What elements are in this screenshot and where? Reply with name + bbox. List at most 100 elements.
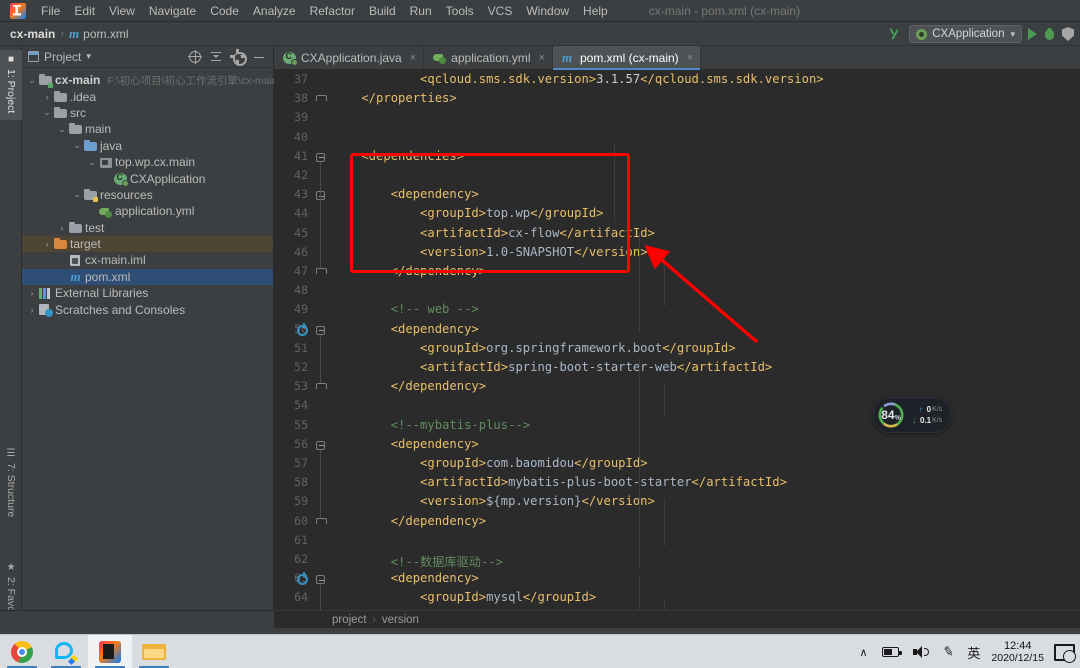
tree-node[interactable]: ›application.yml [22, 203, 273, 219]
scroll-from-source-icon[interactable] [188, 49, 202, 64]
close-icon[interactable]: × [687, 52, 693, 64]
clock[interactable]: 12:44 2020/12/15 [991, 640, 1044, 664]
coverage-button[interactable] [1062, 27, 1074, 41]
chevron-down-icon[interactable]: ⌄ [71, 189, 83, 200]
chevron-down-icon[interactable]: ⌄ [71, 140, 83, 151]
gear-icon[interactable] [230, 50, 247, 66]
performance-widget[interactable]: 84% ↑ 0 K/s ↓ 0.1 K/s [873, 397, 952, 433]
breadcrumb-project[interactable]: cx-main [10, 27, 55, 41]
windows-taskbar: ∧ ✎ 英 12:44 2020/12/15 1 [0, 634, 1080, 668]
tree-node[interactable]: › External Libraries [22, 285, 273, 301]
collapse-all-icon[interactable] [210, 51, 222, 63]
pen-icon[interactable]: ✎ [941, 643, 954, 661]
tree-node[interactable]: › target [22, 235, 273, 253]
tree-node[interactable]: › .idea [22, 88, 273, 104]
fold-collapse-icon[interactable] [316, 152, 327, 164]
taskbar-app-file-explorer[interactable] [132, 635, 176, 668]
code-line: <groupId>mysql</groupId> [332, 590, 596, 604]
chevron-down-icon[interactable]: ⌄ [56, 124, 68, 135]
tree-node[interactable]: › test [22, 220, 273, 236]
code-line: <version>${mp.version}</version> [332, 494, 655, 508]
taskbar-app-intellij-idea[interactable] [88, 634, 132, 668]
code-token-tag: </groupId> [662, 340, 736, 355]
code-token-tag: </properties> [332, 91, 457, 106]
chevron-down-icon[interactable]: ⌄ [86, 157, 98, 168]
tool-tab-1-project[interactable]: ■ 1: Project [0, 50, 22, 120]
chevron-down-icon[interactable]: ⌄ [41, 107, 53, 118]
chevron-right-icon[interactable]: › [56, 223, 68, 233]
run-configuration-selector[interactable]: CXApplication ▾ [909, 25, 1022, 43]
debug-button[interactable] [1043, 27, 1056, 41]
tool-tab-icon: ☰ [5, 448, 17, 459]
fold-collapse-icon[interactable] [316, 575, 327, 586]
menu-item-code[interactable]: Code [203, 1, 246, 21]
code-token-tag: </dependency> [332, 264, 487, 278]
fold-collapse-icon[interactable] [316, 325, 327, 337]
build-arrow-icon[interactable] [887, 26, 903, 42]
menu-item-vcs[interactable]: VCS [481, 1, 520, 21]
menu-item-view[interactable]: View [102, 1, 142, 21]
tree-node[interactable]: ›CXApplication [22, 170, 273, 188]
fold-end-icon[interactable] [316, 95, 327, 106]
chevron-right-icon[interactable]: › [41, 92, 53, 102]
tree-node[interactable]: ⌄ src [22, 105, 273, 121]
tree-node[interactable]: ⌄ resources [22, 187, 273, 203]
hide-panel-icon[interactable] [253, 51, 265, 63]
editor-tab[interactable]: application.yml × [424, 46, 553, 69]
menu-item-help[interactable]: Help [576, 1, 615, 21]
menu-item-run[interactable]: Run [403, 1, 439, 21]
fold-end-icon[interactable] [316, 268, 327, 279]
code-token-tag: </artifactId> [676, 360, 773, 374]
tree-node[interactable]: ⌄ top.wp.cx.main [22, 154, 273, 170]
tree-node[interactable]: ›cx-main.iml [22, 252, 273, 268]
tree-node[interactable]: ⌄ cx-main F:\初心项目\初心工作流引擎\cx-main [22, 72, 278, 88]
code-token-tag: </groupId> [530, 206, 604, 221]
menu-item-navigate[interactable]: Navigate [142, 1, 203, 21]
speaker-icon[interactable] [912, 645, 929, 659]
menu-item-tools[interactable]: Tools [439, 1, 481, 21]
project-view-chevron-down-icon[interactable]: ▾ [86, 51, 91, 62]
menu-item-refactor[interactable]: Refactor [303, 1, 362, 21]
editor-tab[interactable]: CXApplication.java × [274, 46, 425, 69]
xml-breadcrumb-version[interactable]: version [382, 614, 419, 626]
editor-tab[interactable]: m pom.xml (cx-main) × [552, 46, 702, 70]
line-number: 56 [294, 436, 308, 451]
menu-item-edit[interactable]: Edit [67, 1, 102, 21]
fold-end-icon[interactable] [316, 383, 327, 394]
chevron-right-icon[interactable]: › [26, 288, 38, 298]
code-line: </dependency> [332, 514, 486, 528]
tool-tab-7-structure[interactable]: ☰ 7: Structure [0, 444, 22, 528]
ime-language-icon[interactable]: 英 [967, 643, 980, 662]
taskbar-app-chrome[interactable] [0, 635, 44, 668]
menu-item-file[interactable]: File [34, 1, 67, 21]
fold-collapse-icon[interactable] [316, 440, 327, 452]
close-icon[interactable]: × [539, 52, 545, 64]
close-icon[interactable]: × [410, 52, 416, 64]
chevron-down-icon[interactable]: ⌄ [26, 75, 38, 86]
taskbar-app-qq[interactable] [44, 635, 88, 668]
tree-node[interactable]: ⌄ java [22, 138, 273, 154]
menu-item-build[interactable]: Build [362, 1, 403, 21]
menu-item-window[interactable]: Window [519, 1, 576, 21]
tree-node[interactable]: › Scratches and Consoles [22, 301, 273, 318]
notification-center-icon[interactable]: 1 [1054, 642, 1076, 663]
tree-node[interactable]: ⌄ main [22, 121, 273, 137]
show-hidden-icons-chevron-up-icon[interactable]: ∧ [859, 646, 867, 659]
chevron-right-icon[interactable]: › [41, 239, 53, 249]
battery-icon[interactable] [881, 647, 902, 657]
fold-collapse-icon[interactable] [316, 191, 327, 202]
xml-breadcrumb-project[interactable]: project [332, 614, 367, 626]
fold-end-icon[interactable] [316, 517, 327, 529]
breadcrumb-file[interactable]: pom.xml [83, 27, 128, 41]
line-number: 42 [294, 168, 308, 182]
chevron-right-icon[interactable]: › [26, 305, 38, 315]
cpu-usage-value: 84 [881, 408, 895, 422]
fold-marker [316, 95, 327, 104]
run-button[interactable] [1028, 28, 1037, 40]
project-panel-title: Project [44, 49, 82, 64]
menu-item-analyze[interactable]: Analyze [246, 1, 303, 21]
fold-marker [316, 268, 327, 277]
maven-reimport-marker-icon[interactable] [297, 322, 308, 336]
code-editor[interactable]: 37 <qcloud.sms.sdk.version>3.1.57</qclou… [274, 70, 1080, 628]
tree-node[interactable]: ›mpom.xml [22, 268, 273, 286]
